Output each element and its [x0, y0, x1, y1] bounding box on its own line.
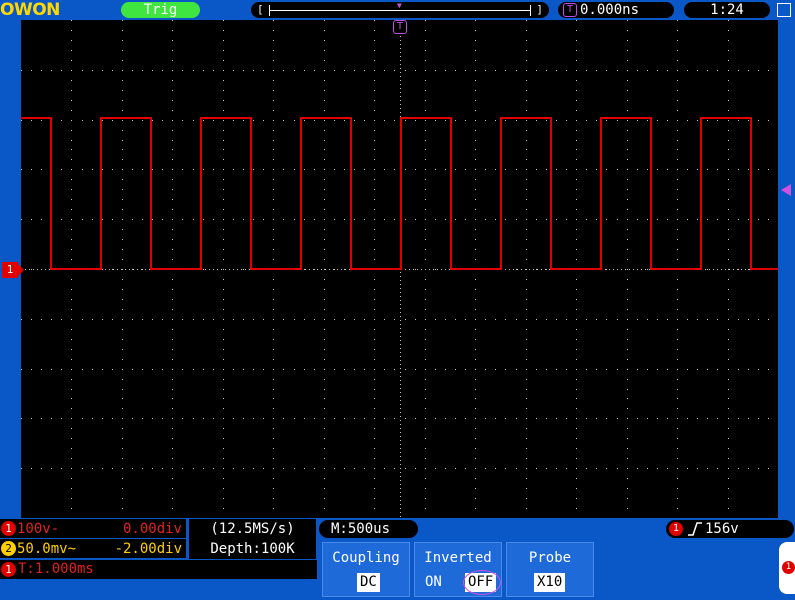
memory-depth: Depth:100K — [210, 541, 295, 557]
probe-title: Probe — [528, 550, 572, 566]
memory-position-bar[interactable]: [ ] ▼ — [251, 2, 549, 18]
ch1-badge: 1 — [1, 521, 16, 536]
timeline-left-bracket: [ — [257, 3, 264, 16]
selection-highlight-ring — [463, 570, 501, 595]
bottom-status-strip — [0, 580, 317, 600]
inverted-menu-button[interactable]: Inverted ON OFF — [414, 542, 502, 597]
main-timebase: M:500us — [319, 520, 418, 538]
trigger-position-marker-icon: ▼ — [397, 1, 402, 10]
menu-page-button[interactable]: 1 — [779, 542, 795, 594]
acquisition-info: (12.5MS/s) Depth:100K — [189, 519, 316, 559]
timeline-right-bracket: ] — [536, 3, 543, 16]
inverted-on-option[interactable]: ON — [425, 573, 442, 592]
coupling-title: Coupling — [332, 550, 400, 566]
trigger-time-value: 0.000ns — [580, 2, 640, 18]
waveform-display[interactable] — [21, 20, 778, 518]
ch2-scale: 50.0mv~ — [17, 541, 77, 557]
trigger-level: 156v — [705, 521, 739, 537]
ch2-offset: -2.00div — [114, 541, 182, 557]
trigger-level-marker-icon[interactable] — [781, 184, 791, 196]
timer-value: T:1.000ms — [18, 561, 94, 577]
usb-status-icon — [777, 3, 791, 17]
probe-menu-button[interactable]: Probe X10 — [506, 542, 594, 597]
clock-display: 1:24 — [684, 2, 770, 18]
timer-channel-badge: 1 — [1, 562, 16, 577]
sample-rate: (12.5MS/s) — [210, 521, 295, 537]
ch1-ground-marker-icon[interactable]: 1 — [2, 262, 24, 278]
menu-channel-badge: 1 — [782, 561, 795, 574]
trigger-state-badge: Trig — [121, 2, 200, 18]
inverted-title: Inverted — [424, 550, 492, 566]
ch2-badge: 2 — [1, 541, 16, 556]
trigger-status: 1 156v — [666, 520, 794, 538]
waveform-graticule — [21, 20, 778, 517]
ch1-offset: 0.00div — [122, 521, 182, 537]
ch1-scale: 100v- — [17, 521, 60, 537]
coupling-menu-button[interactable]: Coupling DC — [322, 542, 410, 597]
rising-edge-icon — [688, 522, 702, 536]
trigger-marker-icon: T — [563, 3, 577, 17]
channel-menu: Coupling DC Inverted ON OFF Probe X10 — [320, 540, 795, 600]
ch1-info-row[interactable]: 1 100v- 0.00div — [0, 519, 186, 539]
coupling-value: DC — [357, 573, 380, 592]
owon-logo: OWON — [0, 0, 60, 20]
ch1-waveform-trace — [21, 117, 778, 270]
trigger-horizontal-marker-icon[interactable]: T — [393, 20, 407, 34]
trigger-source-badge: 1 — [669, 522, 683, 536]
trigger-time-display: T 0.000ns — [558, 2, 674, 18]
ch2-info-row[interactable]: 2 50.0mv~ -2.00div — [0, 539, 186, 559]
channel-info-panel: 1 100v- 0.00div 2 50.0mv~ -2.00div — [0, 519, 186, 559]
top-status-bar: OWON Trig [ ] ▼ T 0.000ns 1:24 — [0, 0, 795, 20]
timer-bar: 1 T:1.000ms — [0, 560, 317, 579]
probe-value: X10 — [534, 573, 566, 592]
